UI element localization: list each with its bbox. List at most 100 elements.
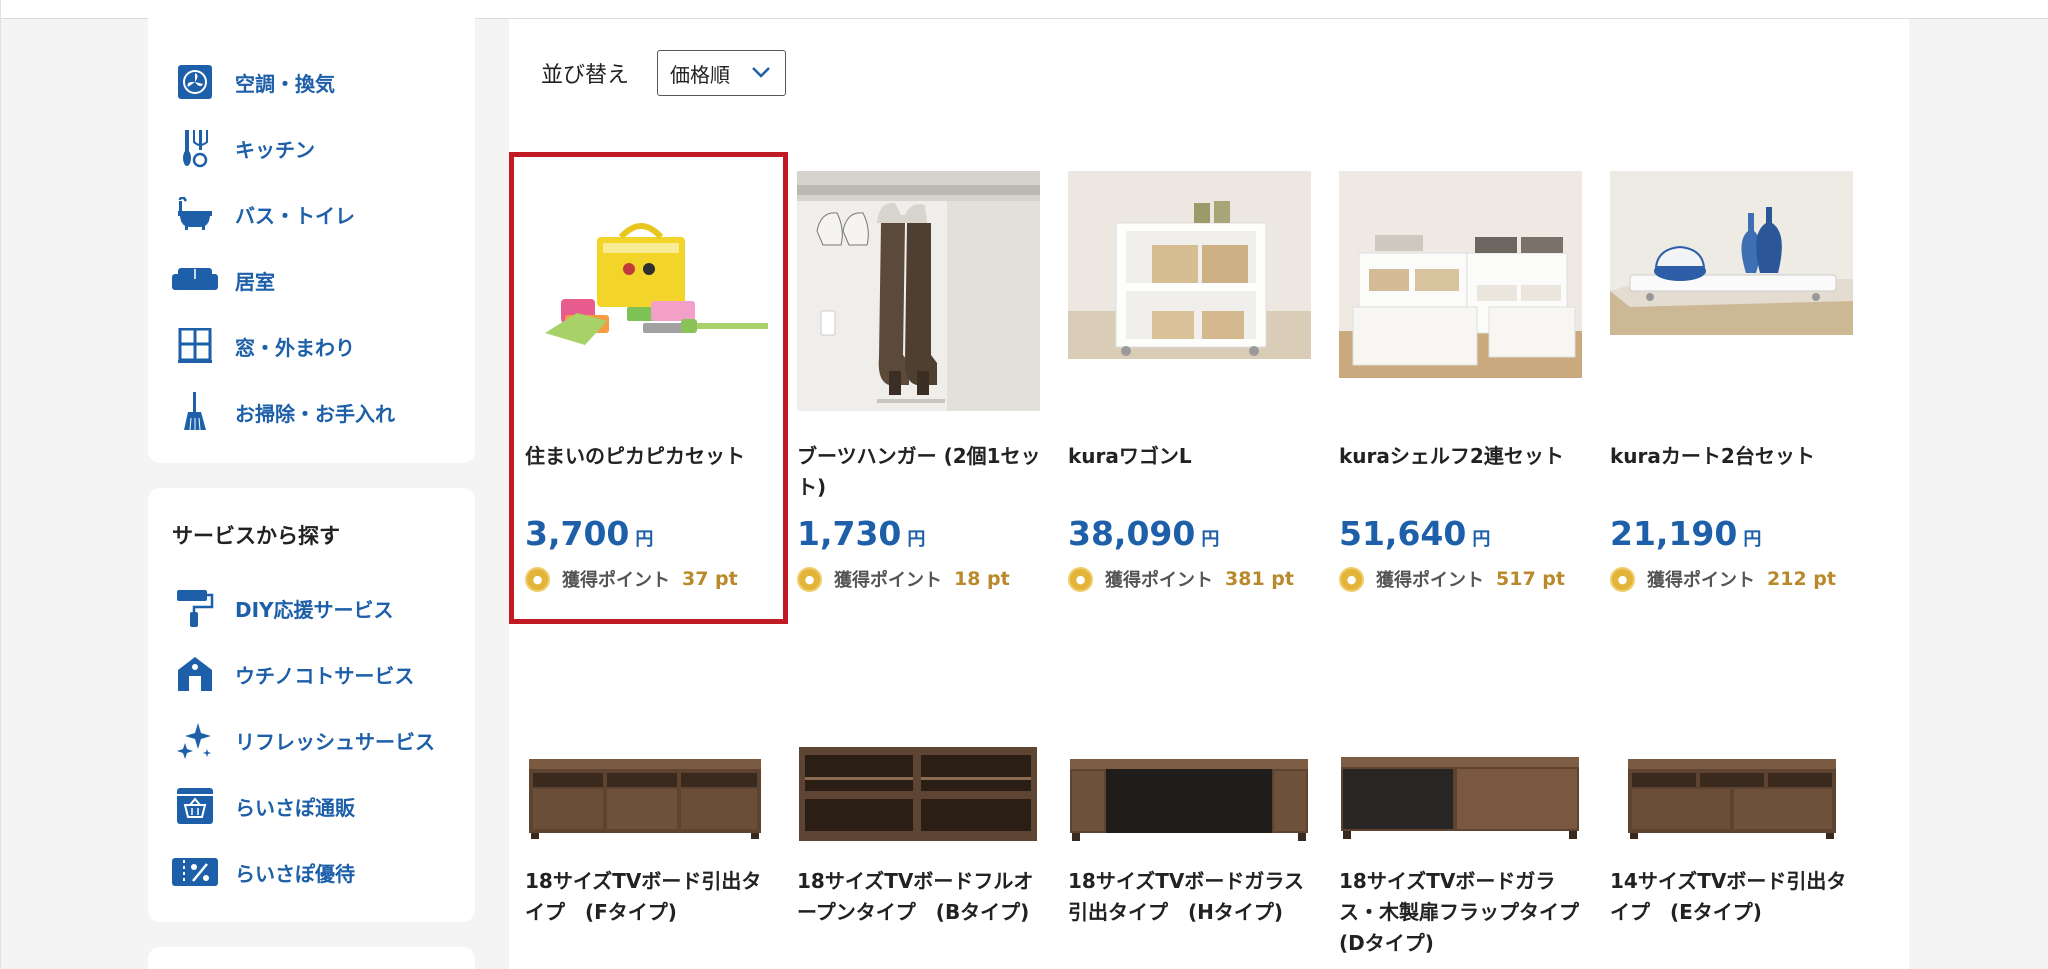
shelf-image (1339, 171, 1582, 378)
points-row: ● 獲得ポイント 212 pt (1610, 566, 1836, 592)
cleaning-set-image (525, 189, 768, 379)
house-icon (172, 652, 218, 696)
product-name: 住まいのピカピカセット (525, 444, 745, 468)
paint-roller-icon (172, 586, 218, 630)
sidebar-item-uchinokoto[interactable]: ウチノコトサービス (172, 652, 414, 696)
product-name: kuraシェルフ2連セット (1339, 444, 1564, 468)
sidebar-item-cleaning[interactable]: お掃除・お手入れ (172, 390, 395, 434)
points-row: ● 獲得ポイント 381 pt (1068, 566, 1294, 592)
product-name: ブーツハンガー (2個1セット) (797, 444, 1041, 499)
sidebar-item-label: 空調・換気 (235, 71, 335, 96)
sort-select[interactable]: 価格順 (657, 50, 786, 96)
product-card[interactable]: 住まいのピカピカセット 3,700 円 ● 獲得ポイント 37 pt (525, 171, 775, 611)
points-value: 37 pt (682, 568, 738, 590)
yen-label: 円 (1472, 529, 1491, 550)
sidebar-item-label: キッチン (235, 137, 315, 162)
yen-label: 円 (1743, 529, 1762, 550)
product-card[interactable]: 18サイズTVボードガラス・木製扉フラップタイプ (Dタイプ) (1339, 719, 1599, 969)
sidebar-item-label: 窓・外まわり (235, 335, 355, 360)
sort-label: 並び替え (541, 63, 630, 88)
sidebar-item-bath[interactable]: バス・トイレ (172, 192, 355, 236)
next-nav-card (148, 947, 475, 969)
points-row: ● 獲得ポイント 517 pt (1339, 566, 1565, 592)
shopping-basket-icon (172, 784, 218, 828)
points-label: 獲得ポイント (834, 570, 942, 591)
coin-icon: ● (1610, 566, 1635, 592)
points-label: 獲得ポイント (1376, 570, 1484, 591)
fan-icon (172, 60, 218, 104)
wagon-image (1068, 171, 1311, 359)
sparkle-icon (172, 718, 218, 762)
product-name: 14サイズTVボード引出タイプ (Eタイプ) (1610, 869, 1847, 924)
sidebar-item-label: ウチノコトサービス (235, 663, 415, 688)
product-name: 18サイズTVボードガラス引出タイプ (Hタイプ) (1068, 869, 1304, 924)
sidebar-item-living[interactable]: 居室 (172, 258, 275, 302)
yen-label: 円 (1201, 529, 1220, 550)
sort-selected-value: 価格順 (670, 62, 730, 87)
sidebar-item-benefit[interactable]: らいさぽ優待 (172, 850, 355, 894)
category-nav-card: 空調・換気 キッチン バス・トイレ 居室 窓・外まわり お掃除・お手入れ (148, 0, 475, 463)
boots-hanger-image (797, 171, 1040, 411)
services-heading: サービスから探す (172, 524, 340, 548)
sidebar-item-kitchen[interactable]: キッチン (172, 126, 315, 170)
sidebar-item-label: らいさぽ優待 (235, 861, 355, 886)
points-label: 獲得ポイント (1105, 570, 1213, 591)
sidebar-item-refresh[interactable]: リフレッシュサービス (172, 718, 435, 762)
discount-ticket-icon (172, 850, 218, 894)
price-value: 21,190 (1610, 514, 1738, 553)
points-label: 獲得ポイント (562, 570, 670, 591)
product-price: 21,190 円 (1610, 514, 1761, 553)
product-card[interactable]: 18サイズTVボード引出タイプ (Fタイプ) (525, 719, 775, 969)
sidebar-item-aircon[interactable]: 空調・換気 (172, 60, 335, 104)
kitchen-utensils-icon (172, 126, 218, 170)
product-price: 38,090 円 (1068, 514, 1219, 553)
broom-icon (172, 390, 218, 434)
product-name: kuraワゴンL (1068, 444, 1192, 468)
coin-icon: ● (1068, 566, 1093, 592)
product-card[interactable]: kuraカート2台セット 21,190 円 ● 獲得ポイント 212 pt (1610, 171, 1860, 611)
sidebar-item-label: 居室 (235, 269, 275, 294)
product-name: 18サイズTVボード引出タイプ (Fタイプ) (525, 869, 762, 924)
points-label: 獲得ポイント (1647, 570, 1755, 591)
window-icon (172, 324, 218, 368)
tv-board-image (1339, 749, 1582, 847)
product-price: 1,730 円 (797, 514, 925, 553)
sidebar-item-label: バス・トイレ (235, 203, 355, 228)
product-name: kuraカート2台セット (1610, 444, 1815, 468)
product-name: 18サイズTVボードガラス・木製扉フラップタイプ (Dタイプ) (1339, 869, 1599, 955)
yen-label: 円 (635, 529, 654, 550)
points-value: 212 pt (1767, 568, 1836, 590)
product-card[interactable]: kuraワゴンL 38,090 円 ● 獲得ポイント 381 pt (1068, 171, 1318, 611)
product-price: 3,700 円 (525, 514, 653, 553)
price-value: 38,090 (1068, 514, 1196, 553)
sidebar-item-window[interactable]: 窓・外まわり (172, 324, 355, 368)
product-name: 18サイズTVボードフルオープンタイプ (Bタイプ) (797, 869, 1034, 924)
service-nav-card: サービスから探す DIY応援サービス ウチノコトサービス リフレッシュサービス … (148, 488, 475, 922)
product-list-area: 並び替え 価格順 住まいのピカピカセット 3,700 円 ● 獲得ポイント 37… (509, 19, 1909, 969)
coin-icon: ● (797, 566, 822, 592)
coin-icon: ● (525, 566, 550, 592)
sidebar-item-diy[interactable]: DIY応援サービス (172, 586, 394, 630)
sidebar-item-mailorder[interactable]: らいさぽ通販 (172, 784, 355, 828)
tv-board-image (525, 747, 768, 847)
product-card[interactable]: ブーツハンガー (2個1セット) 1,730 円 ● 獲得ポイント 18 pt (797, 171, 1047, 611)
product-price: 51,640 円 (1339, 514, 1490, 553)
tv-board-image (1610, 747, 1853, 847)
chevron-down-icon (752, 67, 770, 78)
price-value: 1,730 (797, 514, 902, 553)
sidebar-item-label: リフレッシュサービス (235, 729, 435, 754)
product-card[interactable]: 14サイズTVボード引出タイプ (Eタイプ) (1610, 719, 1860, 969)
product-card[interactable]: kuraシェルフ2連セット 51,640 円 ● 獲得ポイント 517 pt (1339, 171, 1589, 611)
tv-board-image (797, 741, 1040, 847)
price-value: 3,700 (525, 514, 630, 553)
sofa-icon (172, 258, 218, 302)
tv-board-image (1068, 749, 1311, 847)
bathtub-icon (172, 192, 218, 236)
yen-label: 円 (907, 529, 926, 550)
points-row: ● 獲得ポイント 18 pt (797, 566, 1010, 592)
sidebar-item-label: DIY応援サービス (235, 597, 394, 622)
points-row: ● 獲得ポイント 37 pt (525, 566, 738, 592)
product-card[interactable]: 18サイズTVボードフルオープンタイプ (Bタイプ) (797, 719, 1047, 969)
product-card[interactable]: 18サイズTVボードガラス引出タイプ (Hタイプ) (1068, 719, 1318, 969)
points-value: 517 pt (1496, 568, 1565, 590)
